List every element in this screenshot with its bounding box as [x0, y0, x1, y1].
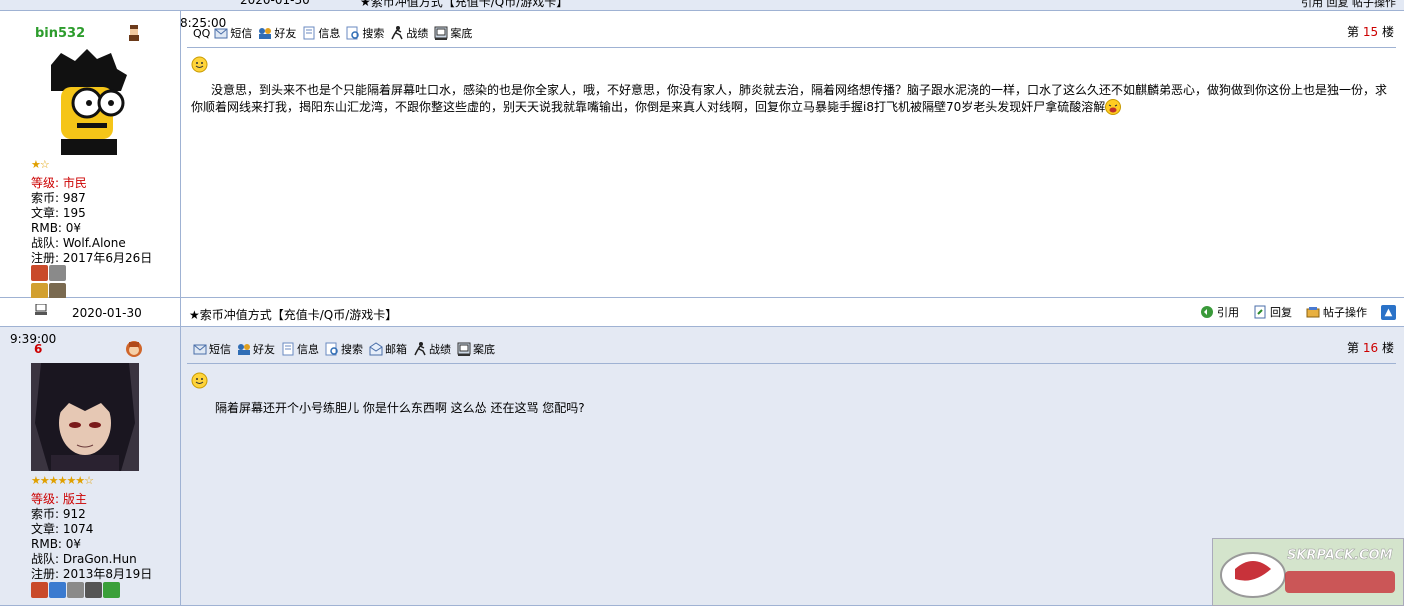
smiley-icon [191, 372, 208, 389]
toolbar-friend[interactable]: 好友 [237, 341, 275, 357]
medal-icon [49, 582, 66, 598]
toolbar-case[interactable]: 案底 [434, 25, 472, 41]
toolbar-record[interactable]: 战绩 [413, 341, 451, 357]
toolbar-search[interactable]: 搜索 [325, 341, 363, 357]
toolbar-info[interactable]: 信息 [302, 25, 340, 41]
laugh-emoji-icon [1105, 99, 1122, 115]
reply-icon [1254, 305, 1266, 319]
post-ops-button[interactable]: 帖子操作 [1306, 304, 1367, 320]
post-date: 2020-01-30 [72, 306, 142, 320]
runner-icon [391, 26, 403, 40]
friends-icon [238, 344, 250, 355]
medals [31, 265, 66, 299]
author-coins: 索币: 912 [31, 507, 86, 521]
svg-text:SKRPACK.COM: SKRPACK.COM [1287, 548, 1393, 563]
post-toolbar: QQ 短信 好友 信息 搜索 战绩 案底 [193, 25, 478, 41]
prev-footer-link[interactable]: ★索币冲值方式【充值卡/Q币/游戏卡】 [360, 0, 568, 10]
author-info: 等级: 版主 索币: 912 文章: 1074 RMB: 0¥ 战队: DraG… [31, 492, 152, 582]
post-toolbar: 短信 好友 信息 搜索 邮箱 战绩 案底 [193, 341, 501, 357]
watermark-logo-icon: SKRPACK.COM [1213, 539, 1403, 605]
post-content: 没意思，到头来不也是个只能隔着屏幕吐口水，感染的也是你全家人，哦，不好意思，你没… [191, 83, 1388, 115]
search-icon [346, 26, 360, 40]
quote-icon [1201, 306, 1213, 318]
medals [31, 582, 120, 598]
author-level: 等级: 市民 [31, 176, 87, 190]
author-sidebar: bin532 ★☆ 等级: 市民 索币: 987 文章: 195 RMB: 0¥… [0, 11, 181, 299]
medal-icon [31, 283, 48, 299]
post-16: 6 ★★★★★★☆ 等级: 版主 索币: 912 文章: 1074 RMB: 0… [0, 327, 1404, 606]
author-registered: 注册: 2013年8月19日 [31, 567, 153, 581]
info-document-icon [303, 26, 315, 40]
rank-stars: ★★★★★★☆ [31, 474, 94, 487]
prev-footer-actions[interactable]: 引用 回复 帖子操作 [1301, 0, 1396, 10]
site-watermark: SKRPACK.COM [1212, 538, 1404, 606]
info-document-icon [282, 342, 294, 356]
divider [187, 47, 1396, 48]
post-content: 隔着屏幕还开个小号练胆儿 你是什么东西啊 这么怂 还在这骂 您配吗? [215, 401, 585, 415]
message-icon [193, 344, 207, 355]
post-time: 9:39:00 [10, 332, 57, 346]
toolbar-case[interactable]: 案底 [457, 341, 495, 357]
author-articles: 文章: 1074 [31, 522, 94, 536]
friends-icon [259, 28, 272, 39]
post-15: bin532 ★☆ 等级: 市民 索币: 987 文章: 195 RMB: 0¥… [0, 11, 1404, 299]
author-coins: 索币: 987 [31, 191, 86, 205]
toolbar-friend[interactable]: 好友 [258, 25, 296, 41]
author-level: 等级: 版主 [31, 492, 87, 506]
toolbar-search[interactable]: 搜索 [346, 25, 384, 41]
search-icon [325, 342, 338, 356]
medal-icon [85, 582, 102, 598]
quote-button[interactable]: 引用 [1200, 304, 1239, 320]
medal-icon [103, 582, 120, 598]
smiley-icon [191, 56, 208, 73]
case-file-icon [457, 342, 471, 356]
mail-icon [369, 342, 383, 356]
medal-icon [67, 582, 84, 598]
rank-stars: ★☆ [31, 158, 50, 171]
floor-number: 第 15 楼 [1347, 25, 1394, 39]
toolbar-record[interactable]: 战绩 [390, 25, 428, 41]
tools-icon [1306, 307, 1320, 318]
reply-button[interactable]: 回复 [1253, 304, 1292, 320]
floor-number: 第 16 楼 [1347, 341, 1394, 355]
author-rmb: RMB: 0¥ [31, 537, 82, 551]
toolbar-message[interactable]: 短信 [193, 341, 231, 357]
back-to-top-button[interactable]: ▲ [1381, 304, 1396, 320]
computer-icon [35, 304, 47, 315]
post-time: 8:25:00 [180, 16, 227, 30]
author-registered: 注册: 2017年6月26日 [31, 251, 153, 265]
previous-post-footer: 2020-01-30 ★索币冲值方式【充值卡/Q币/游戏卡】 引用 回复 帖子操… [0, 0, 1404, 11]
toolbar-mail[interactable]: 邮箱 [369, 341, 407, 357]
medal-icon [49, 265, 66, 281]
author-username[interactable]: bin532 [35, 26, 85, 41]
runner-icon [414, 342, 426, 356]
medal-icon [31, 582, 48, 598]
male-user-icon [126, 341, 142, 357]
post-footer-bar: 2020-01-30 ★索币冲值方式【充值卡/Q币/游戏卡】 引用 回复 帖子操… [0, 298, 1404, 327]
author-info: 等级: 市民 索币: 987 文章: 195 RMB: 0¥ 战队: Wolf.… [31, 176, 152, 266]
coin-recharge-link[interactable]: ★索币冲值方式【充值卡/Q币/游戏卡】 [189, 306, 397, 323]
male-user-icon [129, 25, 139, 41]
toolbar-info[interactable]: 信息 [281, 341, 319, 357]
author-team[interactable]: 战队: Wolf.Alone [31, 236, 152, 251]
author-rmb: RMB: 0¥ [31, 221, 82, 235]
medal-icon [31, 265, 48, 281]
prev-footer-date: 2020-01-30 [240, 0, 310, 7]
footer-sidebar: 2020-01-30 [0, 298, 181, 326]
case-file-icon [434, 26, 448, 40]
author-avatar [31, 363, 139, 471]
medal-icon [49, 283, 66, 299]
author-team[interactable]: 战队: DraGon.Hun [31, 552, 152, 567]
author-articles: 文章: 195 [31, 206, 86, 220]
divider [187, 363, 1396, 364]
post-actions: 引用 回复 帖子操作 ▲ [1186, 304, 1396, 320]
post-body: QQ 短信 好友 信息 搜索 战绩 案底 第 15 楼 没意思，到头来不也是个只… [181, 11, 1404, 297]
author-sidebar: 6 ★★★★★★☆ 等级: 版主 索币: 912 文章: 1074 RMB: 0… [0, 327, 181, 605]
author-avatar [31, 47, 139, 155]
